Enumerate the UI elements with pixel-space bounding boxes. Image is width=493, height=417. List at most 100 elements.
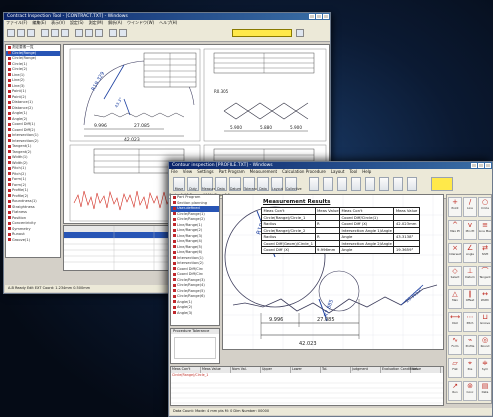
procedure-tabs[interactable]: Procedure Tolerance [171, 329, 219, 334]
zoom-tool-button[interactable] [379, 177, 389, 191]
tool-conc-button[interactable]: ⊚ Conc [463, 381, 477, 401]
tool-run-button[interactable]: ↗ Run [448, 381, 462, 401]
element-icon [8, 67, 11, 71]
grid-icon[interactable] [109, 29, 117, 37]
element-icon [8, 144, 11, 148]
tool-form-button[interactable]: ∿ Form [448, 335, 462, 355]
tool-angle-button[interactable]: ∠ Angle [463, 243, 477, 263]
element-icon [8, 155, 11, 159]
tool-label: Max [452, 299, 458, 302]
cut-icon[interactable] [41, 29, 49, 37]
front-tree-label: Circle/Range(6) [177, 294, 205, 298]
element-icon [8, 188, 11, 192]
data-button[interactable]: Data [215, 177, 227, 191]
tool-pos-button[interactable]: ⌖ Pos [463, 358, 477, 378]
tool-label: Groove [479, 322, 491, 325]
back-tree-label: Point(2) [12, 94, 27, 99]
highlight-mode-button[interactable] [431, 177, 453, 191]
back-tree-item[interactable]: Groove(1) [6, 238, 60, 244]
tool-line-button[interactable]: / Line [463, 197, 477, 217]
zoom-tool-button[interactable] [407, 177, 417, 191]
datum-button[interactable]: Datum [229, 177, 241, 191]
fit-icon[interactable] [95, 29, 103, 37]
zoom-tool-button[interactable] [365, 177, 375, 191]
tool-point-button[interactable]: + Point [448, 197, 462, 217]
measure-icon[interactable] [75, 29, 83, 37]
back-dim-left: 9.996 [94, 123, 107, 129]
tool-intersect-button[interactable]: × Intersect [448, 243, 462, 263]
front-maximize-button[interactable] [478, 163, 484, 168]
data2-button[interactable]: Data [257, 177, 269, 191]
result-cell: Meas Value [393, 207, 420, 215]
tool-icon: ∥ [468, 290, 472, 298]
element-icon [8, 78, 11, 82]
front-close-button[interactable] [485, 163, 491, 168]
back-tree-label: Angle(2) [12, 116, 28, 121]
layout-button[interactable]: Layout [271, 177, 283, 191]
tool-icon: / [468, 198, 472, 206]
back-element-tree: 測定要素一覧 Circle(Range) Circle(Range) Circle(1… [5, 44, 61, 258]
back-tree-label: Form(2) [12, 182, 27, 187]
front-tree-item[interactable]: Angle(3) [171, 311, 219, 317]
save-icon[interactable] [17, 29, 25, 37]
front-drawing-canvas[interactable]: R19.329 R7.885 9.996 27.085 42.023 19.36… [222, 194, 444, 350]
layout-icon[interactable] [119, 29, 127, 37]
front-minimize-button[interactable] [471, 163, 477, 168]
tool-dist-button[interactable]: ⟷ Dist [448, 312, 462, 332]
tool-tangent-button[interactable]: ⌒ Tangent [478, 266, 491, 286]
front-status-bar: Data Count: Mode: 4 mm pts M: 0 Dim Numb… [170, 408, 492, 415]
zoom-tool-button[interactable] [309, 177, 319, 191]
collective-button[interactable]: Collective [285, 177, 302, 191]
element-icon [173, 223, 176, 226]
zoom-tool-button[interactable] [337, 177, 347, 191]
element-icon [173, 300, 176, 303]
zoom-tool-button[interactable] [393, 177, 403, 191]
open-icon[interactable] [7, 29, 15, 37]
tool-icon: ⇄ [482, 244, 488, 252]
tool-circle-button[interactable]: ○ Circle [478, 197, 491, 217]
close-button[interactable] [323, 14, 329, 19]
element-icon [8, 139, 11, 142]
back-tree-label: Position [12, 215, 26, 220]
minimize-button[interactable] [309, 14, 315, 19]
tool-icon: ⋯ [466, 313, 474, 321]
back-tree-label: Pitch(1) [12, 166, 26, 170]
front-title-bar: Contour inspection [PROFILE.TXT] - Windo… [169, 162, 492, 169]
tool-sym-button[interactable]: ≑ Sym [478, 358, 491, 378]
tool-pitch-button[interactable]: ⋯ Pitch [463, 312, 477, 332]
duty-button[interactable]: Duty [187, 177, 199, 191]
tool-label: Data [481, 391, 489, 394]
tool-max-button[interactable]: △ Max [448, 289, 462, 309]
tool-round-button[interactable]: ◎ Round [478, 335, 491, 355]
tool-datum-button[interactable]: ⊥ Datum [463, 266, 477, 286]
move-button[interactable]: Move [173, 177, 185, 191]
tool-profile-button[interactable]: ⌁ Profile [463, 335, 477, 355]
help-icon[interactable] [296, 29, 304, 37]
maximize-button[interactable] [316, 14, 322, 19]
tool-select-button[interactable]: ◇ Select [448, 266, 462, 286]
tool-line-max-button[interactable]: ≡ Line Max [478, 220, 491, 240]
measure-button[interactable]: Measure [201, 177, 216, 191]
tool-flat-button[interactable]: ▱ Flat [448, 358, 462, 378]
tool-offset-button[interactable]: ∥ Offset [463, 289, 477, 309]
zoom-tool-button[interactable] [351, 177, 361, 191]
tool-max-pt-button[interactable]: ^ Max Pt [448, 220, 462, 240]
paste-icon[interactable] [61, 29, 69, 37]
tool-min-pt-button[interactable]: v Min Pt [463, 220, 477, 240]
tool-shift-button[interactable]: ⇄ Shift [478, 243, 491, 263]
tool-groove-button[interactable]: ⊔ Groove [478, 312, 491, 332]
tool-icon: ∿ [452, 336, 458, 344]
element-icon [173, 217, 176, 221]
copy-icon[interactable] [51, 29, 59, 37]
print-icon[interactable] [27, 29, 35, 37]
tolerance-button[interactable]: Tolerance [243, 177, 259, 191]
zoom-icon[interactable] [85, 29, 93, 37]
back-tree-label: Profile(2) [12, 193, 29, 198]
tool-width-button[interactable]: ↔ Width [478, 289, 491, 309]
element-icon [173, 239, 176, 243]
zoom-tool-button[interactable] [323, 177, 333, 191]
measurement-results-panel: Measurement Results [263, 199, 330, 205]
tool-icon: ○ [481, 198, 489, 206]
element-icon [173, 283, 176, 287]
tool-data-button[interactable]: ▤ Data [478, 381, 491, 401]
